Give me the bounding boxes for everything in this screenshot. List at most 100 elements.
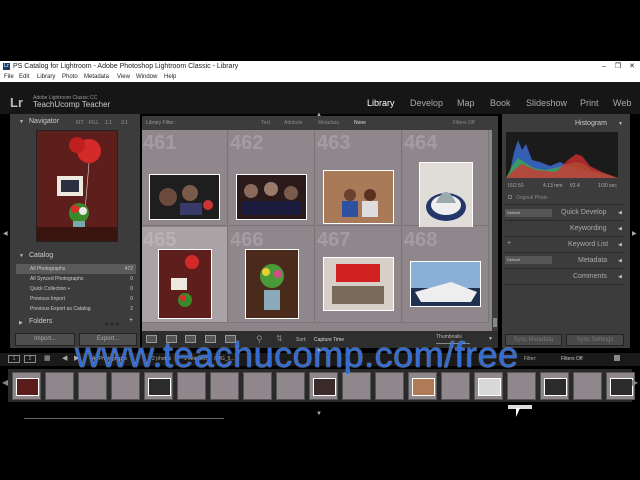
filter-none[interactable]: None [354, 116, 366, 130]
keyword-list-header[interactable]: Keyword List [568, 241, 608, 248]
photo-thumbnail[interactable] [410, 261, 481, 307]
grid-cell[interactable]: 461 [142, 130, 228, 226]
filmstrip-cell[interactable] [540, 372, 569, 400]
original-photo-checkbox[interactable] [508, 195, 512, 199]
histogram-header[interactable]: Histogram [575, 120, 607, 127]
grid-cell[interactable]: 466 [229, 227, 315, 323]
folders-expand-icon[interactable]: ▶ [19, 320, 23, 326]
grid-cell-selected[interactable]: 465 [142, 227, 228, 323]
filmstrip-cell[interactable] [177, 372, 206, 400]
filmstrip-cell[interactable] [111, 372, 140, 400]
menu-view[interactable]: View [117, 72, 130, 82]
filter-attribute[interactable]: Attribute [284, 116, 303, 130]
catalog-item-all-photographs[interactable]: All Photographs 472 [16, 264, 136, 274]
window-layout-2-button[interactable]: 2 [24, 355, 36, 363]
catalog-collapse-icon[interactable]: ▼ [19, 253, 24, 259]
filmstrip-thumbnail[interactable] [478, 378, 501, 396]
grid-cell[interactable]: 467 [316, 227, 402, 323]
filmstrip-cell[interactable] [309, 372, 338, 400]
add-folder-icon[interactable]: + [129, 317, 133, 324]
filmstrip-cell[interactable] [276, 372, 305, 400]
module-develop[interactable]: Develop [410, 98, 443, 108]
right-panel-toggle-icon[interactable]: ▶ [632, 230, 637, 237]
left-panel-toggle-icon[interactable]: ◀ [3, 230, 8, 237]
menu-help[interactable]: Help [164, 72, 176, 82]
menu-library[interactable]: Library [37, 72, 55, 82]
navigator-collapse-icon[interactable]: ▼ [19, 119, 24, 125]
filter-text[interactable]: Text [261, 116, 270, 130]
catalog-item-previous-import[interactable]: Previous Import 0 [16, 294, 136, 304]
filmstrip-thumbnail[interactable] [379, 378, 402, 396]
filmstrip-cell[interactable] [210, 372, 239, 400]
menu-window[interactable]: Window [136, 72, 157, 82]
navigator-preview[interactable] [36, 130, 118, 242]
catalog-header[interactable]: Catalog [29, 252, 53, 259]
filmstrip-cell[interactable] [606, 372, 635, 400]
photo-thumbnail[interactable] [419, 162, 473, 232]
comments-header[interactable]: Comments [573, 273, 607, 280]
menu-photo[interactable]: Photo [62, 72, 78, 82]
comments-expand-icon[interactable]: ◀ [618, 274, 622, 280]
filmstrip-thumbnail[interactable] [445, 378, 468, 396]
filmstrip-thumbnail[interactable] [82, 378, 105, 396]
filmstrip-thumbnail[interactable] [115, 378, 138, 396]
filmstrip-cell[interactable] [45, 372, 74, 400]
menu-edit[interactable]: Edit [19, 72, 29, 82]
navigator-header[interactable]: Navigator [29, 118, 59, 125]
filmstrip-cell[interactable] [144, 372, 173, 400]
metadata-expand-icon[interactable]: ◀ [618, 258, 622, 264]
filmstrip-thumbnail[interactable] [577, 378, 600, 396]
photo-thumbnail[interactable] [323, 170, 394, 224]
photo-thumbnail[interactable] [236, 174, 307, 220]
filmstrip-thumbnail[interactable] [16, 378, 39, 396]
metadata-preset-select[interactable]: Default [505, 256, 552, 264]
filmstrip-scroll-indicator[interactable] [508, 405, 532, 409]
filmstrip-cell[interactable] [78, 372, 107, 400]
filmstrip-thumbnail[interactable] [247, 378, 270, 396]
grid-shortcut-icon[interactable]: ▦ [44, 354, 51, 362]
filmstrip-thumbnail[interactable] [412, 378, 435, 396]
module-print[interactable]: Print [580, 98, 599, 108]
filmstrip-cell[interactable] [441, 372, 470, 400]
filmstrip-thumbnail[interactable] [214, 378, 237, 396]
maximize-button[interactable]: ❐ [612, 61, 624, 72]
module-library[interactable]: Library [367, 98, 395, 108]
import-button[interactable]: Import... [15, 333, 75, 346]
filmstrip-panel-toggle-icon[interactable]: ▲ [316, 347, 322, 353]
filmstrip-cell[interactable] [507, 372, 536, 400]
photo-thumbnail[interactable] [158, 249, 212, 319]
photo-grid[interactable]: 461 462 463 464 465 466 467 468 [142, 130, 492, 331]
menu-file[interactable]: File [4, 72, 14, 82]
filmstrip-thumbnail[interactable] [511, 378, 534, 396]
catalog-item-quick-collection[interactable]: Quick Collection + 0 [16, 284, 136, 294]
grid-cell[interactable]: 468 [403, 227, 489, 323]
scrollbar-thumb[interactable] [493, 318, 497, 327]
nav-3-1[interactable]: 3:1 [121, 120, 128, 126]
filmstrip-thumbnail[interactable] [544, 378, 567, 396]
quick-develop-preset-select[interactable]: Default [505, 209, 552, 217]
grid-cell[interactable]: 464 [403, 130, 489, 232]
nav-1-1[interactable]: 1:1 [105, 120, 112, 126]
catalog-item-all-synced[interactable]: All Synced Photographs 0 [16, 274, 136, 284]
filmstrip-cell[interactable] [573, 372, 602, 400]
filter-metadata[interactable]: Metadata [318, 116, 339, 130]
minimize-button[interactable]: – [598, 61, 610, 72]
module-web[interactable]: Web [613, 98, 631, 108]
close-button[interactable]: ✕ [626, 61, 638, 72]
top-panel-toggle-icon[interactable]: ▲ [316, 112, 322, 118]
module-map[interactable]: Map [457, 98, 475, 108]
filmstrip-cell[interactable] [12, 372, 41, 400]
filmstrip-cell[interactable] [474, 372, 503, 400]
filmstrip-cell[interactable] [408, 372, 437, 400]
rating-stars[interactable]: ★★★ [104, 321, 120, 328]
filmstrip-thumbnail[interactable] [610, 378, 633, 396]
filmstrip-cell[interactable] [243, 372, 272, 400]
keyword-list-expand-icon[interactable]: ◀ [618, 242, 622, 248]
filmstrip-thumbnail[interactable] [346, 378, 369, 396]
filmstrip-scroll-right-icon[interactable]: ▶ [632, 378, 638, 387]
filmstrip-thumbnail[interactable] [49, 378, 72, 396]
nav-fill[interactable]: FILL [89, 120, 99, 126]
quick-develop-header[interactable]: Quick Develop [561, 209, 607, 216]
keywording-header[interactable]: Keywording [570, 225, 607, 232]
add-keyword-icon[interactable]: + [507, 240, 511, 247]
